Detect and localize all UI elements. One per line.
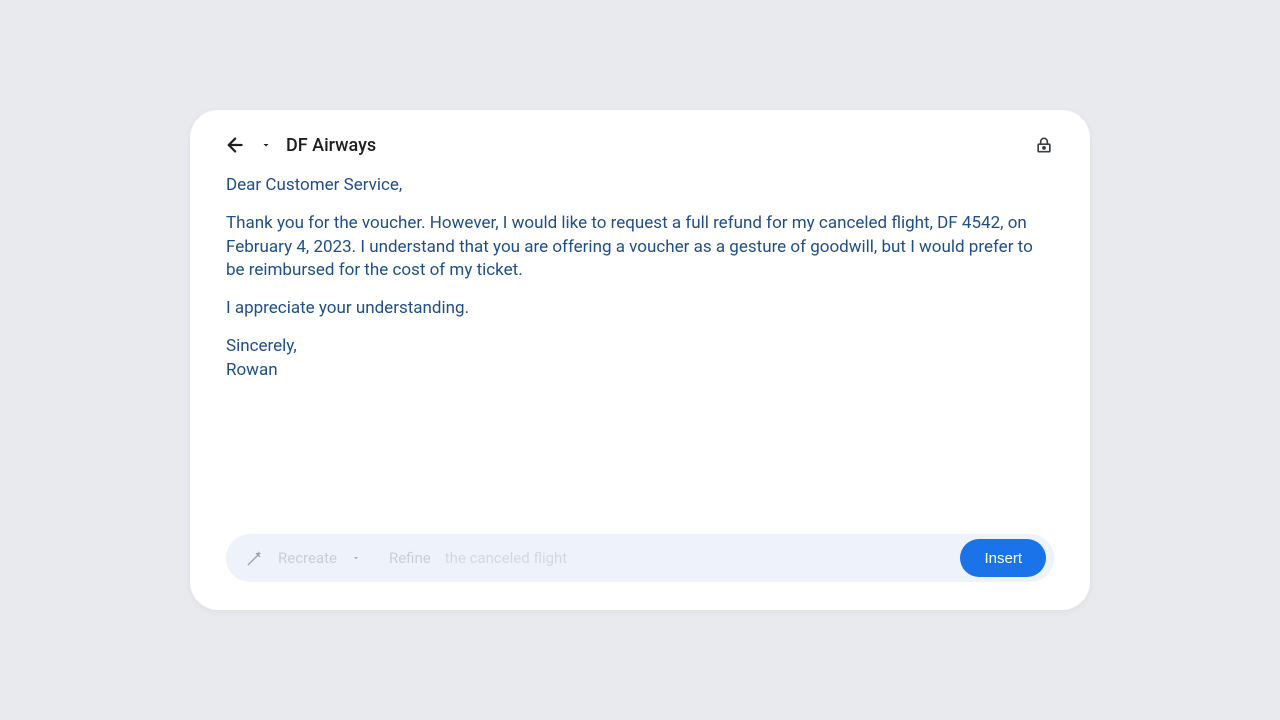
recreate-dropdown[interactable] (351, 553, 361, 563)
signoff-block: Sincerely, Rowan (226, 335, 1054, 383)
refine-option[interactable]: Refine (389, 549, 431, 567)
greeting-line: Dear Customer Service, (226, 174, 1054, 198)
reply-arrow-icon (226, 134, 248, 156)
magic-pen-icon (246, 549, 264, 567)
recreate-option[interactable]: Recreate (278, 549, 337, 567)
draft-body[interactable]: Dear Customer Service, Thank you for the… (226, 174, 1054, 534)
lock-button[interactable] (1034, 135, 1054, 155)
ai-input-bar[interactable]: Recreate Refine the canceled flight Inse… (226, 534, 1054, 582)
caret-down-icon (351, 553, 361, 563)
compose-card: DF Airways Dear Customer Service, Thank … (190, 110, 1090, 610)
signoff: Sincerely, (226, 336, 297, 356)
insert-button[interactable]: Insert (960, 539, 1046, 577)
caret-down-icon (260, 139, 272, 151)
paragraph-2: I appreciate your understanding. (226, 297, 1054, 321)
sender-name: Rowan (226, 360, 278, 380)
reply-dropdown[interactable] (260, 139, 272, 151)
bar-hint-text: the canceled flight (445, 549, 947, 567)
back-button[interactable] (226, 134, 248, 156)
paragraph-1: Thank you for the voucher. However, I wo… (226, 212, 1054, 283)
compose-header: DF Airways (226, 134, 1054, 156)
compose-title: DF Airways (286, 135, 376, 156)
lock-icon (1034, 135, 1054, 155)
